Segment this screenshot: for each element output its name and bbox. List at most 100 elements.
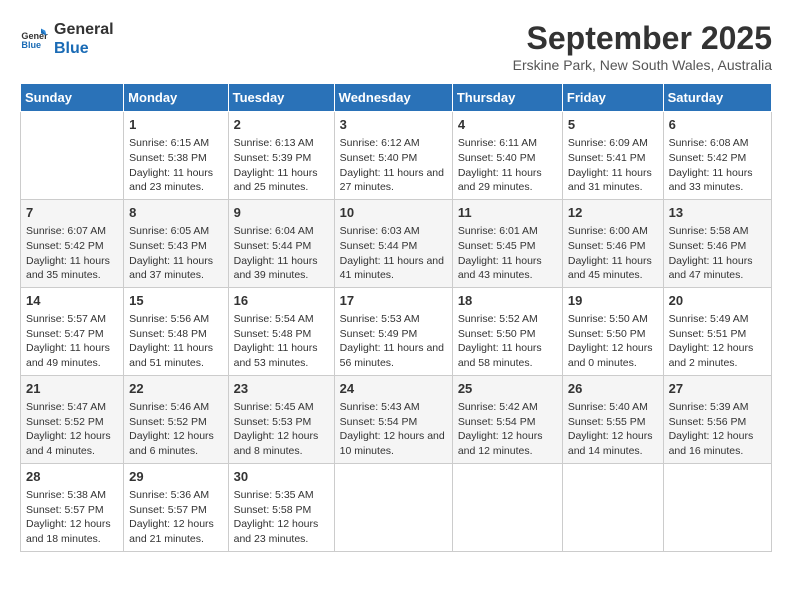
header: General Blue General Blue September 2025…: [20, 20, 772, 73]
day-info: Sunrise: 5:46 AMSunset: 5:52 PMDaylight:…: [129, 400, 222, 459]
day-info: Sunrise: 6:04 AMSunset: 5:44 PMDaylight:…: [234, 224, 329, 283]
day-number: 23: [234, 380, 329, 398]
calendar-cell: 8 Sunrise: 6:05 AMSunset: 5:43 PMDaylight…: [124, 199, 228, 287]
day-number: 22: [129, 380, 222, 398]
calendar-cell: 29 Sunrise: 5:36 AMSunset: 5:57 PMDayligh…: [124, 463, 228, 551]
calendar-cell: 19Sunrise: 5:50 AMSunset: 5:50 PMDayligh…: [562, 287, 663, 375]
day-info: Sunrise: 6:01 AMSunset: 5:45 PMDaylight:…: [458, 224, 557, 283]
calendar-cell: 27 Sunrise: 5:39 AMSunset: 5:56 PMDayligh…: [663, 375, 771, 463]
calendar-week-row: 28 Sunrise: 5:38 AMSunset: 5:57 PMDayligh…: [21, 463, 772, 551]
day-number: 8: [129, 204, 222, 222]
day-number: 28: [26, 468, 118, 486]
calendar-week-row: 7 Sunrise: 6:07 AMSunset: 5:42 PMDaylight…: [21, 199, 772, 287]
day-of-week-header: Sunday: [21, 84, 124, 112]
day-number: 9: [234, 204, 329, 222]
day-info: Sunrise: 5:40 AMSunset: 5:55 PMDaylight:…: [568, 400, 658, 459]
day-info: Sunrise: 6:03 AMSunset: 5:44 PMDaylight:…: [340, 224, 447, 283]
day-info: Sunrise: 5:45 AMSunset: 5:53 PMDaylight:…: [234, 400, 329, 459]
day-of-week-header: Thursday: [452, 84, 562, 112]
calendar-cell: [21, 112, 124, 200]
day-info: Sunrise: 5:50 AMSunset: 5:50 PMDaylight:…: [568, 312, 658, 371]
calendar-cell: 10 Sunrise: 6:03 AMSunset: 5:44 PMDayligh…: [334, 199, 452, 287]
calendar-cell: 2 Sunrise: 6:13 AMSunset: 5:39 PMDaylight…: [228, 112, 334, 200]
day-info: Sunrise: 5:35 AMSunset: 5:58 PMDaylight:…: [234, 488, 329, 547]
day-number: 12: [568, 204, 658, 222]
logo-line1: General: [54, 20, 114, 39]
day-number: 29: [129, 468, 222, 486]
calendar-cell: 26 Sunrise: 5:40 AMSunset: 5:55 PMDayligh…: [562, 375, 663, 463]
day-info: Sunrise: 6:15 AMSunset: 5:38 PMDaylight:…: [129, 136, 222, 195]
day-number: 1: [129, 116, 222, 134]
day-info: Sunrise: 5:58 AMSunset: 5:46 PMDaylight:…: [669, 224, 766, 283]
day-number: 24: [340, 380, 447, 398]
day-info: Sunrise: 5:42 AMSunset: 5:54 PMDaylight:…: [458, 400, 557, 459]
day-of-week-header: Friday: [562, 84, 663, 112]
day-number: 11: [458, 204, 557, 222]
day-number: 2: [234, 116, 329, 134]
calendar-cell: 17Sunrise: 5:53 AMSunset: 5:49 PMDayligh…: [334, 287, 452, 375]
calendar-cell: 3Sunrise: 6:12 AMSunset: 5:40 PMDaylight…: [334, 112, 452, 200]
calendar-cell: [452, 463, 562, 551]
day-info: Sunrise: 5:53 AMSunset: 5:49 PMDaylight:…: [340, 312, 447, 371]
day-info: Sunrise: 6:00 AMSunset: 5:46 PMDaylight:…: [568, 224, 658, 283]
day-number: 7: [26, 204, 118, 222]
calendar-cell: 21 Sunrise: 5:47 AMSunset: 5:52 PMDayligh…: [21, 375, 124, 463]
day-info: Sunrise: 5:47 AMSunset: 5:52 PMDaylight:…: [26, 400, 118, 459]
calendar-cell: 13 Sunrise: 5:58 AMSunset: 5:46 PMDayligh…: [663, 199, 771, 287]
day-info: Sunrise: 6:08 AMSunset: 5:42 PMDaylight:…: [669, 136, 766, 195]
day-info: Sunrise: 6:13 AMSunset: 5:39 PMDaylight:…: [234, 136, 329, 195]
calendar-cell: 22 Sunrise: 5:46 AMSunset: 5:52 PMDayligh…: [124, 375, 228, 463]
day-of-week-header: Saturday: [663, 84, 771, 112]
day-info: Sunrise: 6:07 AMSunset: 5:42 PMDaylight:…: [26, 224, 118, 283]
day-info: Sunrise: 6:09 AMSunset: 5:41 PMDaylight:…: [568, 136, 658, 195]
calendar-cell: 9 Sunrise: 6:04 AMSunset: 5:44 PMDaylight…: [228, 199, 334, 287]
day-info: Sunrise: 5:36 AMSunset: 5:57 PMDaylight:…: [129, 488, 222, 547]
day-number: 4: [458, 116, 557, 134]
calendar-cell: 28 Sunrise: 5:38 AMSunset: 5:57 PMDayligh…: [21, 463, 124, 551]
day-info: Sunrise: 5:56 AMSunset: 5:48 PMDaylight:…: [129, 312, 222, 371]
calendar-cell: 6 Sunrise: 6:08 AMSunset: 5:42 PMDaylight…: [663, 112, 771, 200]
day-number: 16: [234, 292, 329, 310]
logo-icon: General Blue: [20, 25, 48, 53]
day-info: Sunrise: 5:49 AMSunset: 5:51 PMDaylight:…: [669, 312, 766, 371]
day-number: 25: [458, 380, 557, 398]
day-info: Sunrise: 5:39 AMSunset: 5:56 PMDaylight:…: [669, 400, 766, 459]
day-of-week-header: Tuesday: [228, 84, 334, 112]
calendar-cell: 23 Sunrise: 5:45 AMSunset: 5:53 PMDayligh…: [228, 375, 334, 463]
day-of-week-header: Monday: [124, 84, 228, 112]
day-number: 30: [234, 468, 329, 486]
day-number: 26: [568, 380, 658, 398]
day-header-row: SundayMondayTuesdayWednesdayThursdayFrid…: [21, 84, 772, 112]
day-number: 13: [669, 204, 766, 222]
month-title: September 2025: [513, 20, 772, 57]
day-number: 27: [669, 380, 766, 398]
day-info: Sunrise: 5:43 AMSunset: 5:54 PMDaylight:…: [340, 400, 447, 459]
calendar-cell: 30 Sunrise: 5:35 AMSunset: 5:58 PMDayligh…: [228, 463, 334, 551]
day-info: Sunrise: 6:12 AMSunset: 5:40 PMDaylight:…: [340, 136, 447, 195]
day-number: 6: [669, 116, 766, 134]
svg-text:Blue: Blue: [21, 40, 41, 50]
day-number: 5: [568, 116, 658, 134]
day-number: 15: [129, 292, 222, 310]
day-number: 20: [669, 292, 766, 310]
day-number: 21: [26, 380, 118, 398]
calendar-cell: 15 Sunrise: 5:56 AMSunset: 5:48 PMDayligh…: [124, 287, 228, 375]
day-info: Sunrise: 6:11 AMSunset: 5:40 PMDaylight:…: [458, 136, 557, 195]
calendar-cell: 14Sunrise: 5:57 AMSunset: 5:47 PMDayligh…: [21, 287, 124, 375]
day-number: 10: [340, 204, 447, 222]
calendar-cell: [663, 463, 771, 551]
day-number: 14: [26, 292, 118, 310]
calendar-cell: 18Sunrise: 5:52 AMSunset: 5:50 PMDayligh…: [452, 287, 562, 375]
day-info: Sunrise: 5:52 AMSunset: 5:50 PMDaylight:…: [458, 312, 557, 371]
calendar-cell: 16Sunrise: 5:54 AMSunset: 5:48 PMDayligh…: [228, 287, 334, 375]
calendar-cell: 7 Sunrise: 6:07 AMSunset: 5:42 PMDaylight…: [21, 199, 124, 287]
day-info: Sunrise: 6:05 AMSunset: 5:43 PMDaylight:…: [129, 224, 222, 283]
location-subtitle: Erskine Park, New South Wales, Australia: [513, 57, 772, 73]
calendar-cell: 12 Sunrise: 6:00 AMSunset: 5:46 PMDayligh…: [562, 199, 663, 287]
calendar-cell: 25 Sunrise: 5:42 AMSunset: 5:54 PMDayligh…: [452, 375, 562, 463]
calendar-cell: [562, 463, 663, 551]
calendar-table: SundayMondayTuesdayWednesdayThursdayFrid…: [20, 83, 772, 552]
calendar-week-row: 14Sunrise: 5:57 AMSunset: 5:47 PMDayligh…: [21, 287, 772, 375]
day-info: Sunrise: 5:38 AMSunset: 5:57 PMDaylight:…: [26, 488, 118, 547]
calendar-cell: 11 Sunrise: 6:01 AMSunset: 5:45 PMDayligh…: [452, 199, 562, 287]
